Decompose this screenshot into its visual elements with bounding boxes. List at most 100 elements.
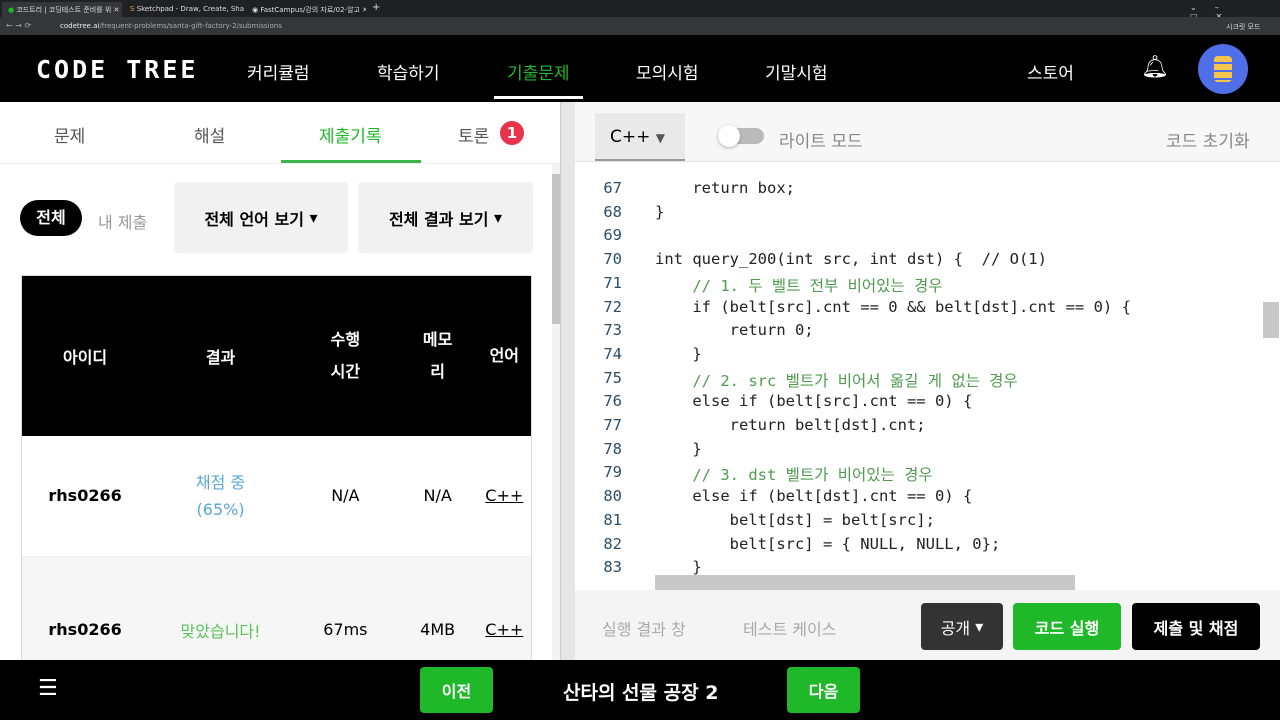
line-number: 68: [603, 202, 622, 221]
col-time: 수행 시간: [330, 329, 361, 381]
footer-bar: ☰ 이전 산타의 선물 공장 2 다음: [0, 660, 1280, 720]
light-mode-toggle[interactable]: [718, 125, 764, 147]
left-scrollbar[interactable]: [552, 164, 560, 660]
line-number: 82: [603, 534, 622, 553]
result-filter-dropdown[interactable]: 전체 결과 보기 ▾: [358, 182, 533, 253]
cell-memory: 4MB: [420, 620, 456, 639]
light-mode-label: 라이트 모드: [779, 132, 863, 152]
code-line[interactable]: // 3. dst 벨트가 비어있는 경우: [655, 463, 932, 487]
editor-panel: C++ ▼ 라이트 모드 코드 초기화 67 return box; 68} 69 7…: [575, 102, 1280, 660]
url-path: /frequent-problems/santa-gift-factory-2/…: [99, 22, 282, 30]
browser-tab[interactable]: ◉ FastCampus/강의 자료/02-알고 ✕: [246, 2, 366, 17]
code-line[interactable]: belt[dst] = belt[src];: [655, 511, 935, 535]
tab-test-cases[interactable]: 테스트 케이스: [743, 616, 836, 640]
bell-icon[interactable]: 🔔︎: [1141, 55, 1169, 80]
code-editor[interactable]: 67 return box; 68} 69 70 int query_200(int s…: [575, 163, 1280, 590]
cell-language-link[interactable]: C++: [478, 436, 532, 557]
language-filter-dropdown[interactable]: 전체 언어 보기 ▾: [174, 182, 348, 253]
language-select[interactable]: C++ ▼: [595, 113, 685, 161]
nav-curriculum[interactable]: 커리큘럼: [247, 59, 310, 84]
code-line[interactable]: // 1. 두 벨트 전부 비어있는 경우: [655, 274, 942, 298]
line-number: 71: [603, 273, 622, 292]
cell-result: 맞았습니다!: [180, 621, 261, 641]
line-number: 78: [603, 439, 622, 458]
language-label: C++: [610, 127, 651, 147]
code-line[interactable]: belt[src] = { NULL, NULL, 0};: [655, 535, 1001, 559]
code-line[interactable]: }: [655, 345, 701, 369]
tab-solution[interactable]: 해설: [194, 122, 225, 147]
nav-past-problems[interactable]: 기출문제: [507, 59, 570, 84]
problem-title: 산타의 선물 공장 2: [563, 682, 719, 704]
code-line[interactable]: }: [655, 203, 664, 227]
run-code-button[interactable]: 코드 실행: [1013, 603, 1121, 650]
line-number: 79: [603, 463, 622, 482]
code-line[interactable]: return belt[dst].cnt;: [655, 416, 926, 440]
table-header: 아이디 결과 수행 시간 메모리 언어: [21, 275, 532, 436]
url-domain: codetree.ai: [60, 22, 100, 30]
new-tab-button[interactable]: +: [372, 2, 380, 13]
line-number: 81: [603, 510, 622, 529]
filter-all[interactable]: 전체: [20, 200, 82, 236]
tab-discussion[interactable]: 토론: [458, 122, 489, 147]
nav-store[interactable]: 스토어: [1027, 59, 1074, 84]
line-number: 75: [603, 368, 622, 387]
line-number: 73: [603, 321, 622, 340]
logo[interactable]: CODE TREE: [36, 55, 198, 84]
code-line[interactable]: else if (belt[dst].cnt == 0) {: [655, 487, 972, 511]
panel-resize-handle[interactable]: [560, 102, 575, 660]
next-button[interactable]: 다음: [787, 667, 860, 713]
filter-mine[interactable]: 내 제출: [98, 209, 147, 233]
visibility-dropdown[interactable]: 공개 ▾: [921, 603, 1003, 650]
line-number: 76: [603, 392, 622, 411]
avatar[interactable]: [1198, 44, 1248, 94]
prev-button[interactable]: 이전: [420, 667, 493, 713]
address-bar[interactable]: ← → ⟳ codetree.ai/frequent-problems/sant…: [0, 17, 1280, 35]
nav-buttons-icon[interactable]: ← → ⟳: [6, 21, 31, 30]
line-number: 83: [603, 558, 622, 577]
cell-id: rhs0266: [48, 620, 122, 639]
caret-down-icon: ▾: [309, 208, 318, 227]
code-line[interactable]: return box;: [655, 179, 795, 203]
code-line[interactable]: int query_200(int src, int dst) { // O(1…: [655, 250, 1047, 274]
nav-final-exam[interactable]: 기말시험: [765, 59, 828, 84]
profile-label[interactable]: 시크릿 모드: [1226, 22, 1260, 32]
tab-problem[interactable]: 문제: [54, 122, 85, 147]
discussion-count-badge: 1: [500, 121, 524, 145]
line-number: 72: [603, 297, 622, 316]
caret-down-icon: ▼: [655, 131, 665, 145]
nav-mock-exam[interactable]: 모의시험: [636, 59, 699, 84]
cell-id: rhs0266: [48, 486, 122, 506]
line-number: 69: [603, 226, 622, 245]
browser-tab[interactable]: S Sketchpad - Draw, Create, Shar ✕: [124, 2, 244, 17]
code-line[interactable]: // 2. src 벨트가 비어서 옮길 게 없는 경우: [655, 369, 1017, 393]
col-language: 언어: [489, 345, 520, 365]
tab-submissions[interactable]: 제출기록: [319, 122, 382, 147]
table-row[interactable]: rhs0266 맞았습니다! 67ms 4MB C++: [21, 556, 532, 661]
cell-language-link[interactable]: C++: [478, 557, 532, 661]
submit-button[interactable]: 제출 및 채점: [1132, 603, 1260, 650]
browser-tab[interactable]: ● 코드트리 | 코딩테스트 준비를 위 ✕: [2, 2, 122, 17]
visibility-label: 공개: [940, 618, 971, 638]
tab-title: FastCampus/강의 자료/02-알고: [260, 6, 360, 14]
code-line[interactable]: else if (belt[src].cnt == 0) {: [655, 392, 972, 416]
tab-title: Sketchpad - Draw, Create, Shar: [136, 5, 244, 13]
code-line[interactable]: if (belt[src].cnt == 0 && belt[dst].cnt …: [655, 298, 1131, 322]
browser-tab-strip: ● 코드트리 | 코딩테스트 준비를 위 ✕ S Sketchpad - Dra…: [0, 0, 1280, 21]
line-number: 70: [603, 250, 622, 269]
editor-bottom-bar: 실행 결과 창 테스트 케이스 공개 ▾ 코드 실행 제출 및 채점: [575, 590, 1280, 660]
top-nav: CODE TREE 커리큘럼 학습하기 기출문제 모의시험 기말시험 스토어 🔔…: [0, 35, 1280, 102]
code-horizontal-scrollbar[interactable]: [655, 575, 1075, 590]
nav-learn[interactable]: 학습하기: [377, 59, 440, 84]
table-row[interactable]: rhs0266 채점 중 (65%) N/A N/A C++: [21, 436, 532, 557]
url[interactable]: codetree.ai/frequent-problems/santa-gift…: [60, 22, 282, 30]
col-result: 결과: [205, 347, 236, 367]
code-vertical-scrollbar[interactable]: [1263, 302, 1279, 338]
menu-icon[interactable]: ☰: [38, 676, 58, 701]
dropdown-label: 전체 결과 보기: [388, 209, 489, 229]
code-line[interactable]: }: [655, 440, 701, 464]
reset-code-button[interactable]: 코드 초기화: [1166, 127, 1250, 152]
editor-toolbar: C++ ▼ 라이트 모드 코드 초기화: [575, 102, 1280, 162]
code-line[interactable]: return 0;: [655, 321, 814, 345]
tab-run-result[interactable]: 실행 결과 창: [602, 616, 686, 640]
cell-time: 67ms: [323, 620, 368, 639]
